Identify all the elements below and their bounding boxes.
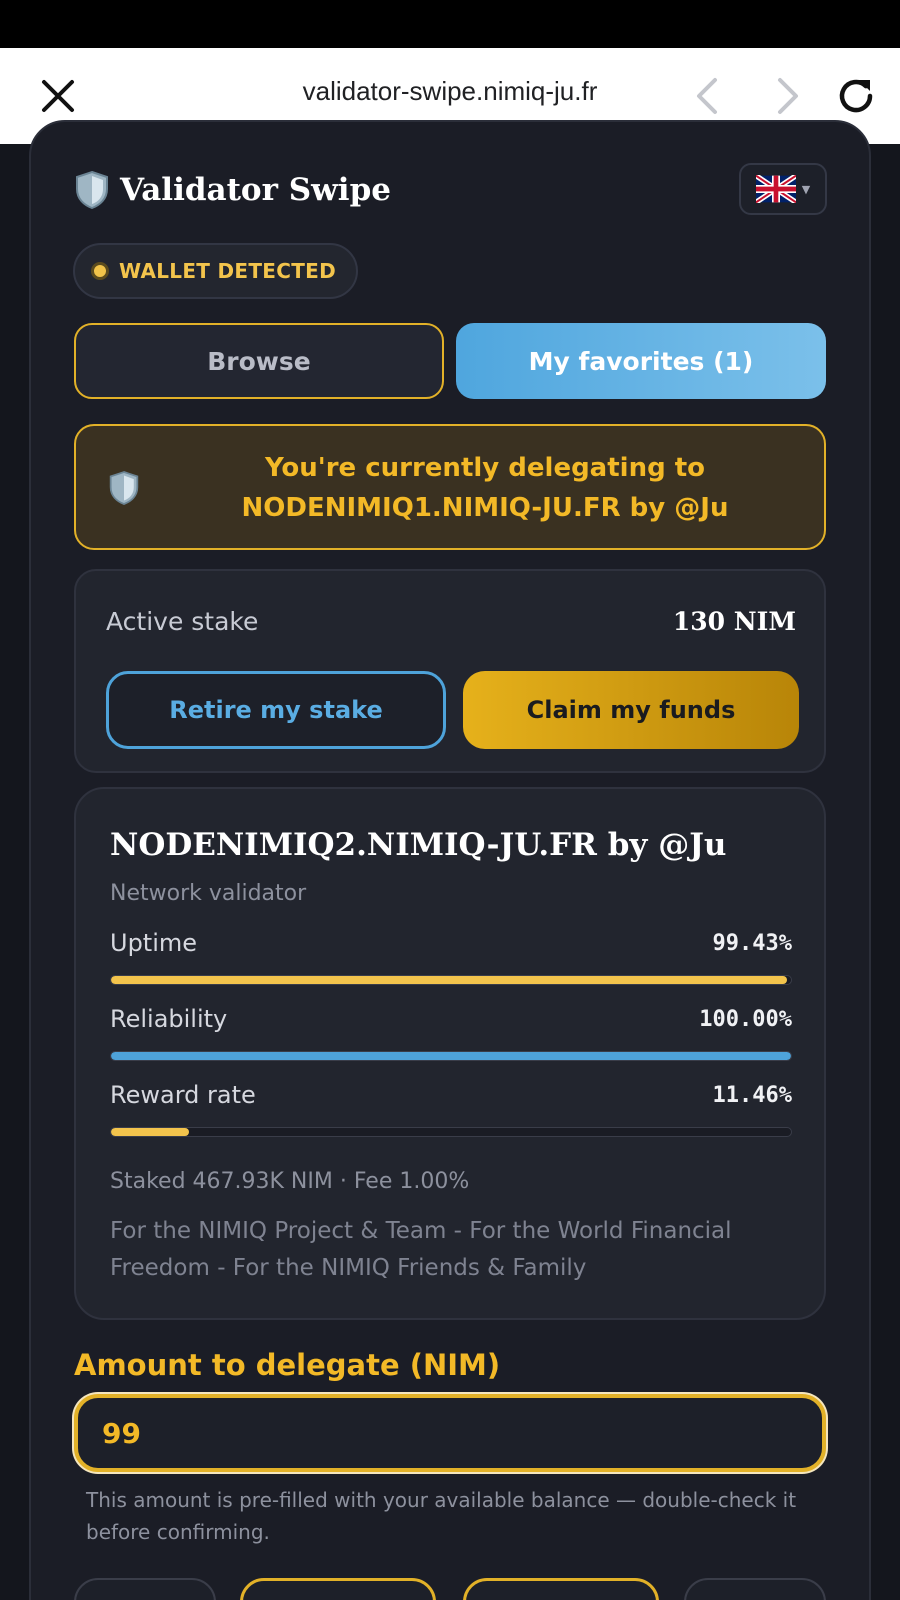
reward-rate-label: Reward rate: [110, 1081, 256, 1109]
shield-icon: [108, 470, 140, 506]
chevron-down-icon: ▼: [801, 182, 811, 196]
app-title: Validator Swipe: [120, 172, 391, 208]
reliability-bar: [110, 1051, 792, 1061]
reward-rate-value: 11.46%: [712, 1083, 792, 1108]
active-stake-value: 130 NIM: [672, 607, 796, 636]
forward-arrow-icon[interactable]: [762, 72, 810, 120]
action-button-3[interactable]: [463, 1578, 659, 1600]
staked-info: Staked 467.93K NIM · Fee 1.00%: [110, 1169, 470, 1194]
delegation-message: You're currently delegating to NODENIMIQ…: [241, 453, 729, 523]
reliability-bar-fill: [111, 1052, 791, 1060]
shield-icon: [74, 170, 110, 210]
uptime-label: Uptime: [110, 929, 198, 957]
tab-favorites[interactable]: My favorites (1): [456, 323, 826, 399]
validator-name: NODENIMIQ2.NIMIQ-JU.FR by @Ju: [110, 827, 727, 863]
reload-icon[interactable]: [832, 72, 880, 120]
claim-funds-button[interactable]: Claim my funds: [463, 671, 799, 749]
uptime-bar: [110, 975, 792, 985]
amount-hint: This amount is pre-filled with your avai…: [86, 1488, 797, 1544]
action-button-4[interactable]: [684, 1578, 826, 1600]
language-selector[interactable]: ▼: [739, 163, 827, 215]
tab-browse[interactable]: Browse: [74, 323, 444, 399]
action-button-1[interactable]: [74, 1578, 216, 1600]
delegation-banner: You're currently delegating to NODENIMIQ…: [74, 424, 826, 550]
close-icon[interactable]: [34, 72, 82, 120]
back-arrow-icon[interactable]: [685, 72, 733, 120]
validator-type: Network validator: [110, 881, 307, 906]
wallet-status-label: WALLET DETECTED: [119, 259, 337, 283]
amount-label: Amount to delegate (NIM): [74, 1348, 501, 1382]
reward-rate-bar-fill: [111, 1128, 189, 1136]
status-bar: [0, 0, 900, 48]
retire-stake-button[interactable]: Retire my stake: [106, 671, 446, 749]
uk-flag-icon: [754, 173, 798, 205]
reward-rate-bar: [110, 1127, 792, 1137]
amount-input[interactable]: [74, 1394, 826, 1472]
action-button-2[interactable]: [240, 1578, 436, 1600]
wallet-status-badge: WALLET DETECTED: [73, 243, 359, 299]
active-stake-label: Active stake: [106, 607, 259, 636]
reliability-value: 100.00%: [699, 1007, 792, 1032]
url-text[interactable]: validator-swipe.nimiq-ju.fr: [150, 76, 750, 107]
status-dot-icon: [91, 262, 109, 280]
app-header: Validator Swipe: [74, 166, 391, 214]
uptime-value: 99.43%: [712, 931, 792, 956]
validator-description: For the NIMIQ Project & Team - For the W…: [110, 1218, 732, 1281]
reliability-label: Reliability: [110, 1005, 228, 1033]
uptime-bar-fill: [111, 976, 788, 984]
validator-card[interactable]: NODENIMIQ2.NIMIQ-JU.FR by @Ju Network va…: [74, 787, 826, 1320]
active-stake-card: Active stake 130 NIM Retire my stake Cla…: [74, 569, 826, 773]
